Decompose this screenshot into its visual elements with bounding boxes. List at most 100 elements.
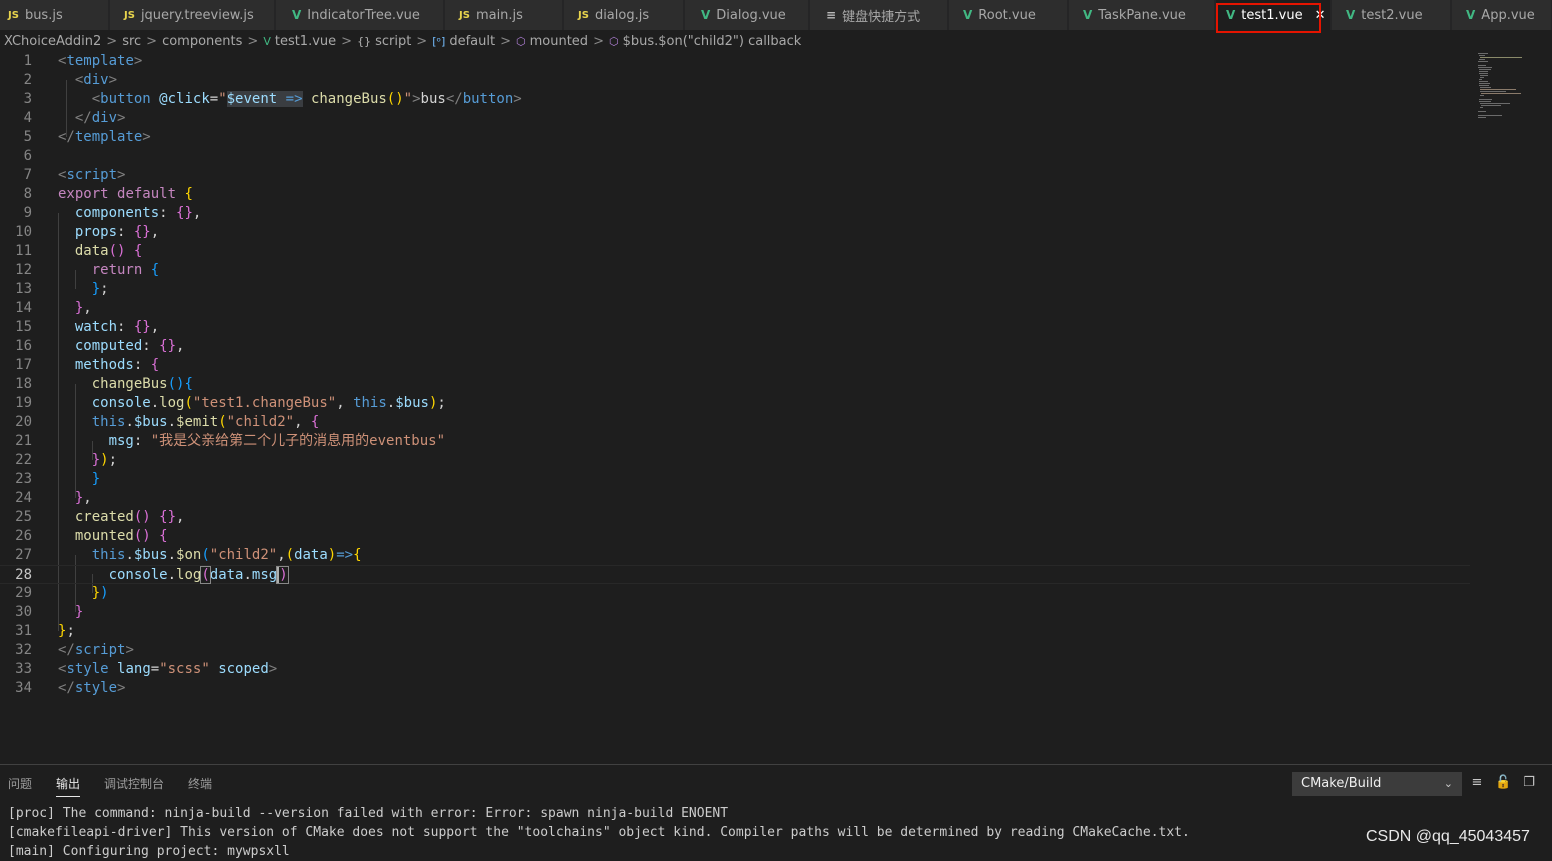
line-number: 30	[15, 604, 32, 620]
code-line: 29 })	[0, 584, 1470, 603]
tab-label: main.js	[475, 7, 523, 23]
tab-main-js[interactable]: JS main.js	[445, 0, 563, 30]
breadcrumb-item[interactable]: mounted	[530, 34, 588, 49]
line-number: 8	[23, 186, 32, 202]
line-number: 11	[15, 243, 32, 259]
breadcrumb-item[interactable]: script	[375, 34, 411, 49]
output-channel-select[interactable]: CMake/Build ⌄	[1292, 772, 1462, 796]
output-line: [cmakefileapi-driver] This version of CM…	[8, 825, 1190, 840]
code-text: })	[91, 585, 109, 601]
tab-label: Root.vue	[978, 7, 1036, 23]
code-line: 12 return {	[0, 261, 1470, 280]
tab-output[interactable]: 输出	[56, 775, 81, 797]
breadcrumb-item[interactable]: $bus.$on("child2") callback	[623, 34, 802, 49]
tab-jquery-treeview-js[interactable]: JS jquery.treeview.js	[110, 0, 275, 30]
code-line: 25 created() {},	[0, 508, 1470, 527]
chevron-right-icon: >	[106, 33, 118, 49]
vue-file-icon: V	[1083, 8, 1093, 22]
tab-label: test2.vue	[1361, 7, 1423, 23]
chevron-right-icon: >	[341, 33, 353, 49]
tab-indicatortree-vue[interactable]: V IndicatorTree.vue	[276, 0, 444, 30]
breadcrumb-item[interactable]: components	[162, 34, 242, 49]
vue-file-icon: V	[292, 8, 302, 22]
line-number: 18	[15, 376, 32, 392]
line-number: 25	[15, 509, 32, 525]
breadcrumb-item[interactable]: default	[449, 34, 495, 49]
close-icon[interactable]: ✕	[1315, 8, 1326, 23]
code-line: 20 this.$bus.$emit("child2", {	[0, 413, 1470, 432]
breadcrumb-item[interactable]: src	[122, 34, 141, 49]
method-icon: ⬡	[516, 34, 526, 48]
tab-test2-vue[interactable]: Vtest2.vue	[1332, 0, 1451, 30]
line-number: 31	[15, 623, 32, 639]
code-line: 8 export default {	[0, 185, 1470, 204]
line-number: 5	[23, 129, 32, 145]
copy-icon[interactable]: ❐	[1521, 775, 1537, 791]
code-line: 31};	[0, 622, 1470, 641]
code-text: };	[91, 281, 109, 297]
tab-terminal[interactable]: 终端	[188, 775, 212, 797]
code-line: 27 this.$bus.$on("child2",(data)=>{	[0, 546, 1470, 565]
tab-problems[interactable]: 问题	[8, 775, 32, 797]
minimap[interactable]	[1476, 52, 1542, 122]
code-text: </div>	[74, 110, 126, 126]
tabs-row: JS bus.js JS jquery.treeview.js V Indicator…	[0, 0, 1552, 30]
code-text: });	[91, 452, 118, 468]
tab-test1-vue[interactable]: Vtest1.vue ✕	[1216, 0, 1331, 30]
tab-taskpane-vue[interactable]: V TaskPane.vue	[1069, 0, 1215, 30]
line-number: 23	[15, 471, 32, 487]
code-editor[interactable]: 1 <template> 2 <div> 3 <button @click="$e…	[0, 52, 1470, 764]
text-file-icon: ≡	[826, 8, 837, 22]
code-line: 23 }	[0, 470, 1470, 489]
code-text: components: {},	[74, 205, 202, 221]
panel-tabs: 问题 输出 调试控制台 终端	[8, 775, 236, 797]
chevron-down-icon: ⌄	[1443, 777, 1453, 790]
code-line: 34 </style>	[0, 679, 1470, 698]
code-text: watch: {},	[74, 319, 160, 335]
tab-label: dialog.js	[594, 7, 650, 23]
code-line: 30 }	[0, 603, 1470, 622]
breadcrumb-item[interactable]: XChoiceAddin2	[4, 34, 101, 49]
bottom-panel: 问题 输出 调试控制台 终端 CMake/Build ⌄ ≡ 🔓 ❐ [proc…	[0, 764, 1552, 859]
tab-debug-console[interactable]: 调试控制台	[104, 775, 164, 797]
code-line: 26 mounted() {	[0, 527, 1470, 546]
code-text: props: {},	[74, 224, 160, 240]
code-line: 10 props: {},	[0, 223, 1470, 242]
tab-dialog-js[interactable]: JS dialog.js	[564, 0, 684, 30]
clear-output-icon[interactable]: ≡	[1469, 775, 1485, 791]
tab-dialog-vue[interactable]: V Dialog.vue	[685, 0, 809, 30]
code-line: 4 </div>	[0, 109, 1470, 128]
code-text: <script>	[58, 167, 126, 183]
code-line: 11 data() {	[0, 242, 1470, 261]
breadcrumb-item[interactable]: test1.vue	[275, 34, 336, 49]
chevron-right-icon: >	[416, 33, 428, 49]
line-number: 34	[15, 680, 32, 696]
line-number: 10	[15, 224, 32, 240]
chevron-right-icon: >	[593, 33, 604, 49]
line-number: 2	[23, 72, 32, 88]
line-number: 9	[23, 205, 32, 221]
code-text: data() {	[74, 243, 143, 259]
output-log[interactable]: [proc] The command: ninja-build --versio…	[8, 804, 1190, 861]
code-line: 2 <div>	[0, 71, 1470, 90]
vue-file-icon: V	[1466, 8, 1476, 22]
tab-bus-js[interactable]: JS bus.js	[0, 0, 109, 30]
vue-file-icon: V	[263, 34, 271, 48]
tab-keyboard-shortcuts[interactable]: ≡ 键盘快捷方式	[810, 0, 948, 30]
line-number: 20	[15, 414, 32, 430]
tab-app-vue[interactable]: V App.vue	[1452, 0, 1552, 30]
tab-label: App.vue	[1481, 7, 1535, 23]
output-line: [proc] The command: ninja-build --versio…	[8, 806, 729, 821]
line-number: 21	[15, 433, 32, 449]
code-line: 7 <script>	[0, 166, 1470, 185]
line-number: 1	[23, 53, 32, 69]
tab-root-vue[interactable]: V Root.vue	[949, 0, 1068, 30]
chevron-right-icon: >	[146, 33, 158, 49]
line-number: 24	[15, 490, 32, 506]
lock-icon[interactable]: 🔓	[1495, 775, 1511, 791]
code-line: 33 <style lang="scss" scoped>	[0, 660, 1470, 679]
line-number: 17	[15, 357, 32, 373]
js-file-icon: JS	[124, 9, 135, 21]
code-text: <style lang="scss" scoped>	[58, 661, 278, 677]
code-line: 14 },	[0, 299, 1470, 318]
